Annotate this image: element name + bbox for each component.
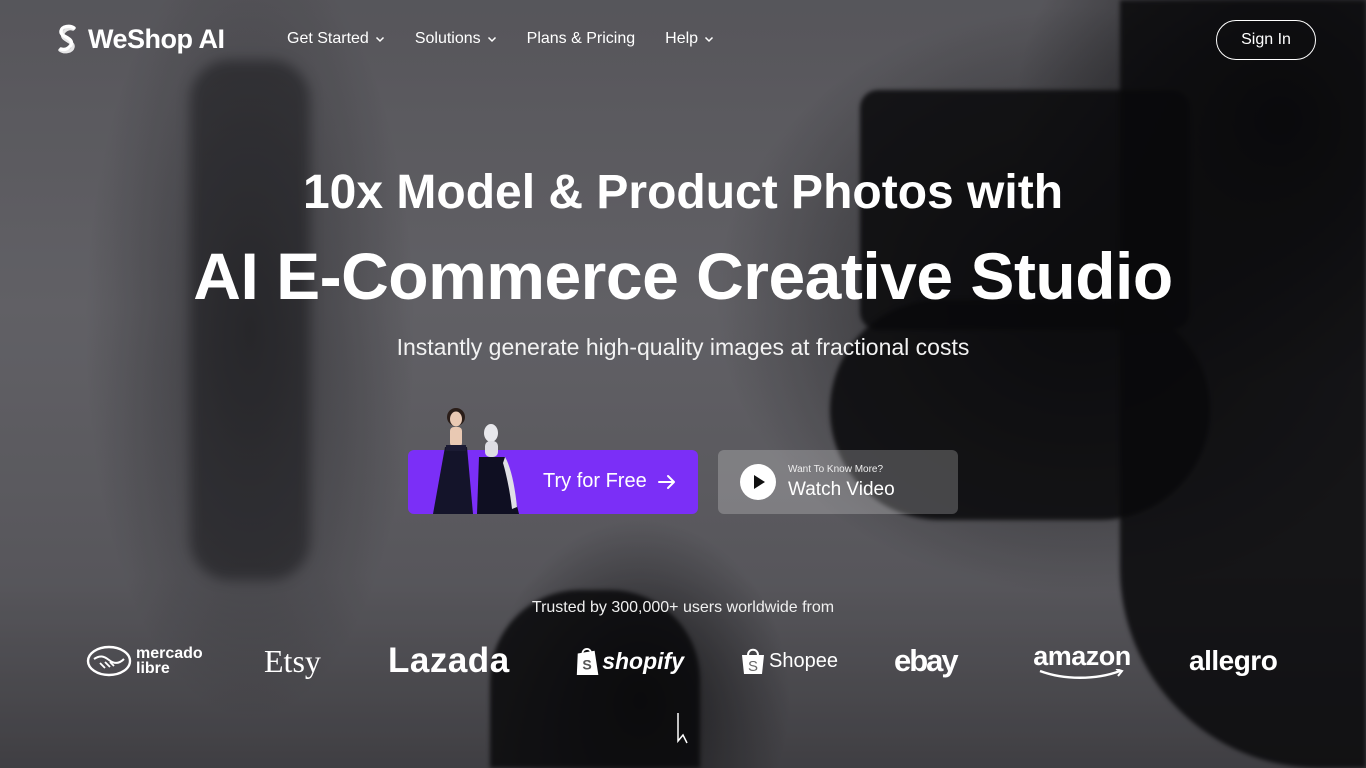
shopify-bag-icon: S: [576, 648, 599, 676]
brand-shopify: S shopify: [574, 636, 684, 686]
mouse-cursor-icon: [677, 713, 688, 744]
nav-solutions-label: Solutions: [414, 30, 481, 47]
weshop-logo-icon: [58, 24, 76, 54]
amazon-smile-icon: [1039, 669, 1124, 679]
nav-plans-pricing[interactable]: Plans & Pricing: [527, 30, 636, 48]
sign-in-button[interactable]: Sign In: [1216, 20, 1316, 60]
nav-solutions[interactable]: Solutions: [415, 30, 497, 48]
hero-title-line1: 10x Model & Product Photos with: [302, 166, 1064, 219]
model-and-mannequin-image: [433, 408, 519, 514]
hero-subtitle: Instantly generate high-quality images a…: [396, 334, 970, 360]
chevron-down-icon: [705, 36, 714, 43]
svg-text:S: S: [582, 656, 591, 672]
nav-help-label: Help: [665, 30, 699, 47]
amazon-logo: amazon: [1033, 641, 1131, 671]
brand-amazon: amazon: [1030, 636, 1134, 686]
chevron-down-icon: [487, 36, 496, 43]
nav-plans-pricing-label: Plans & Pricing: [526, 30, 636, 47]
logo-text: WeShop AI: [88, 23, 225, 54]
brand-logo-row: mercado libre Etsy Lazada S shopify S Sh…: [0, 636, 1366, 686]
shopee-logo: Shopee: [769, 649, 838, 672]
nav-get-started-label: Get Started: [287, 30, 369, 47]
brand-mercado-libre: mercado libre: [86, 636, 208, 686]
hero-title-line2: AI E-Commerce Creative Studio: [193, 239, 1173, 313]
brand-allegro: allegro: [1189, 636, 1285, 686]
nav-get-started[interactable]: Get Started: [287, 30, 385, 48]
watch-video-button[interactable]: Want To Know More? Watch Video: [718, 450, 958, 514]
watch-video-caption: Want To Know More?: [788, 464, 884, 475]
svg-text:S: S: [748, 658, 758, 675]
play-icon: [754, 475, 765, 489]
brand-lazada: Lazada: [388, 636, 518, 686]
brand-etsy: Etsy: [264, 636, 334, 686]
chevron-down-icon: [375, 36, 384, 43]
try-for-free-label: Try for Free: [543, 470, 647, 492]
etsy-logo: Etsy: [264, 642, 321, 679]
top-navigation: WeShop AI Get Started Solutions Plans & …: [0, 0, 1366, 80]
brand-mercado-libre-text: mercado libre: [136, 645, 203, 677]
brand-ebay: ebay: [894, 636, 974, 686]
play-button-circle: [740, 464, 776, 500]
lazada-logo: Lazada: [388, 641, 510, 680]
mercado-libre-logo: [86, 645, 132, 677]
brand-shopee: S Shopee: [740, 636, 840, 686]
ebay-logo: ebay: [894, 643, 959, 678]
shopify-logo: shopify: [602, 647, 684, 674]
arrow-right-icon: [658, 475, 675, 489]
main-menu: Get Started Solutions Plans & Pricing He…: [287, 30, 714, 48]
watch-video-label: Watch Video: [788, 479, 895, 500]
trusted-by-text: Trusted by 300,000+ users worldwide from: [531, 599, 835, 616]
logo[interactable]: WeShop AI: [50, 22, 225, 56]
nav-help[interactable]: Help: [665, 30, 714, 48]
shopee-bag-icon: S: [742, 648, 764, 675]
allegro-logo: allegro: [1189, 645, 1278, 676]
